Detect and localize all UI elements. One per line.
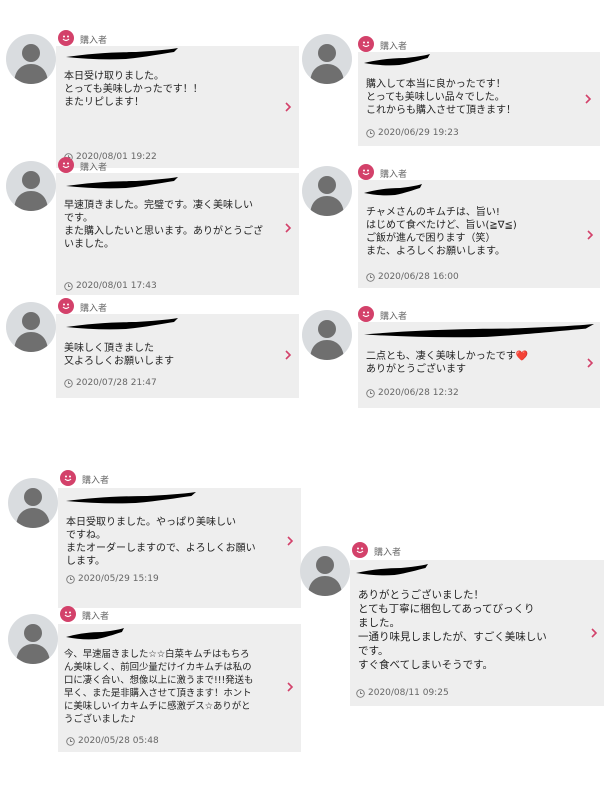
review-date: 2020/06/28 12:32 [366, 388, 459, 398]
person-silhouette-icon [308, 556, 342, 596]
redacted-username [66, 492, 196, 504]
redacted-username [356, 564, 428, 576]
clock-icon [366, 388, 375, 398]
chevron-right-icon[interactable] [582, 92, 594, 106]
avatar [302, 166, 352, 216]
review-date: 2020/05/29 15:19 [66, 574, 159, 584]
redacted-username [66, 628, 124, 640]
review-date: 2020/08/11 09:25 [356, 688, 449, 698]
smiley-face-icon [60, 606, 76, 622]
avatar [6, 161, 56, 211]
person-silhouette-icon [14, 44, 48, 84]
smiley-face-icon [352, 542, 368, 558]
buyer-label: 購入者 [82, 612, 110, 622]
review-text: 本日受け取りました。 とっても美味しかったです！！ またリピします！ [64, 71, 203, 108]
clock-icon [64, 378, 73, 388]
avatar [300, 546, 350, 596]
smiley-face-icon [58, 157, 74, 173]
buyer-label: 購入者 [374, 548, 402, 558]
review-card[interactable]: 本日受け取りました。 とっても美味しかったです！！ またリピします！ 2020/… [56, 46, 299, 168]
smiley-face-icon [358, 306, 374, 322]
review-card[interactable]: 美味しく頂きました 又よろしくお願いします 2020/07/28 21:47 [56, 314, 299, 398]
redacted-username [364, 184, 422, 196]
smiley-face-icon [358, 164, 374, 180]
buyer-label: 購入者 [380, 312, 408, 322]
person-silhouette-icon [310, 44, 344, 84]
review-text: ありがとうございました！ とても丁寧に梱包してあってびっくり ました。 一通り味… [358, 589, 547, 671]
chevron-right-icon[interactable] [282, 100, 294, 114]
clock-icon [66, 574, 75, 584]
buyer-label: 購入者 [380, 170, 408, 180]
person-silhouette-icon [16, 624, 50, 664]
chevron-right-icon[interactable] [284, 534, 296, 548]
review-card[interactable]: 購入して本当に良かったです！ とっても美味しい品々でした。 これからも購入させて… [358, 52, 600, 146]
buyer-label: 購入者 [80, 304, 108, 314]
review-text: チャメさんのキムチは、旨い! はじめて食べたけど、旨い(≧∇≦) ご飯が進んで困… [366, 207, 517, 257]
clock-icon [64, 281, 73, 291]
review-text: 二点とも、凄く美味しかったです❤️ ありがとうございます [366, 351, 529, 375]
review-card[interactable]: 早速頂きました。完璧です。凄く美味しい です。 また購入したいと思います。ありが… [56, 173, 299, 295]
buyer-label: 購入者 [380, 42, 408, 52]
review-text: 購入して本当に良かったです！ とっても美味しい品々でした。 これからも購入させて… [366, 79, 516, 116]
review-date: 2020/08/01 17:43 [64, 281, 157, 291]
review-card[interactable]: ありがとうございました！ とても丁寧に梱包してあってびっくり ました。 一通り味… [350, 560, 604, 706]
review-card[interactable]: 二点とも、凄く美味しかったです❤️ ありがとうございます 2020/06/28 … [358, 322, 600, 408]
clock-icon [356, 688, 365, 698]
chevron-right-icon[interactable] [282, 221, 294, 235]
redacted-username [364, 324, 594, 338]
smiley-face-icon [58, 298, 74, 314]
chevron-right-icon[interactable] [584, 228, 596, 242]
smiley-face-icon [58, 30, 74, 46]
review-date: 2020/05/28 05:48 [66, 736, 159, 746]
redacted-username [364, 54, 430, 66]
avatar [6, 302, 56, 352]
smiley-face-icon [60, 470, 76, 486]
clock-icon [66, 736, 75, 746]
review-date-text: 2020/06/28 12:32 [378, 388, 459, 398]
avatar [8, 614, 58, 664]
buyer-label: 購入者 [82, 476, 110, 486]
chevron-right-icon[interactable] [282, 348, 294, 362]
avatar [6, 34, 56, 84]
review-date-text: 2020/08/11 09:25 [368, 688, 449, 698]
chevron-right-icon[interactable] [284, 680, 296, 694]
person-silhouette-icon [310, 320, 344, 360]
clock-icon [366, 128, 375, 138]
review-text: 本日受取りました。やっぱり美味しい ですね。 またオーダーしますので、よろしくお… [66, 517, 256, 567]
person-silhouette-icon [14, 312, 48, 352]
chevron-right-icon[interactable] [588, 626, 600, 640]
review-date-text: 2020/05/28 05:48 [78, 736, 159, 746]
buyer-label: 購入者 [80, 163, 108, 173]
review-text: 早速頂きました。完璧です。凄く美味しい です。 また購入したいと思います。ありが… [64, 200, 263, 250]
redacted-username [66, 48, 178, 60]
review-date-text: 2020/07/28 21:47 [76, 378, 157, 388]
review-date: 2020/06/28 16:00 [366, 272, 459, 282]
review-date-text: 2020/05/29 15:19 [78, 574, 159, 584]
clock-icon [366, 272, 375, 282]
review-card[interactable]: チャメさんのキムチは、旨い! はじめて食べたけど、旨い(≧∇≦) ご飯が進んで困… [358, 180, 600, 288]
person-silhouette-icon [14, 171, 48, 211]
buyer-label: 購入者 [80, 36, 108, 46]
avatar [302, 310, 352, 360]
review-card[interactable]: 今、早速届きました☆☆白菜キムチはもちろ ん美味しく、前回少量だけイカキムチは私… [58, 624, 301, 752]
review-date: 2020/08/01 19:22 [64, 152, 157, 162]
avatar [8, 478, 58, 528]
review-date-text: 2020/06/28 16:00 [378, 272, 459, 282]
redacted-username [66, 318, 178, 330]
chevron-right-icon[interactable] [584, 356, 596, 370]
review-date-text: 2020/06/29 19:23 [378, 128, 459, 138]
person-silhouette-icon [310, 176, 344, 216]
review-card[interactable]: 本日受取りました。やっぱり美味しい ですね。 またオーダーしますので、よろしくお… [58, 488, 301, 608]
review-date-text: 2020/08/01 17:43 [76, 281, 157, 291]
review-text: 今、早速届きました☆☆白菜キムチはもちろ ん美味しく、前回少量だけイカキムチは私… [64, 649, 254, 725]
person-silhouette-icon [16, 488, 50, 528]
avatar [302, 34, 352, 84]
review-date: 2020/06/29 19:23 [366, 128, 459, 138]
redacted-username [66, 177, 178, 189]
review-date: 2020/07/28 21:47 [64, 378, 157, 388]
review-text: 美味しく頂きました 又よろしくお願いします [64, 343, 174, 367]
smiley-face-icon [358, 36, 374, 52]
